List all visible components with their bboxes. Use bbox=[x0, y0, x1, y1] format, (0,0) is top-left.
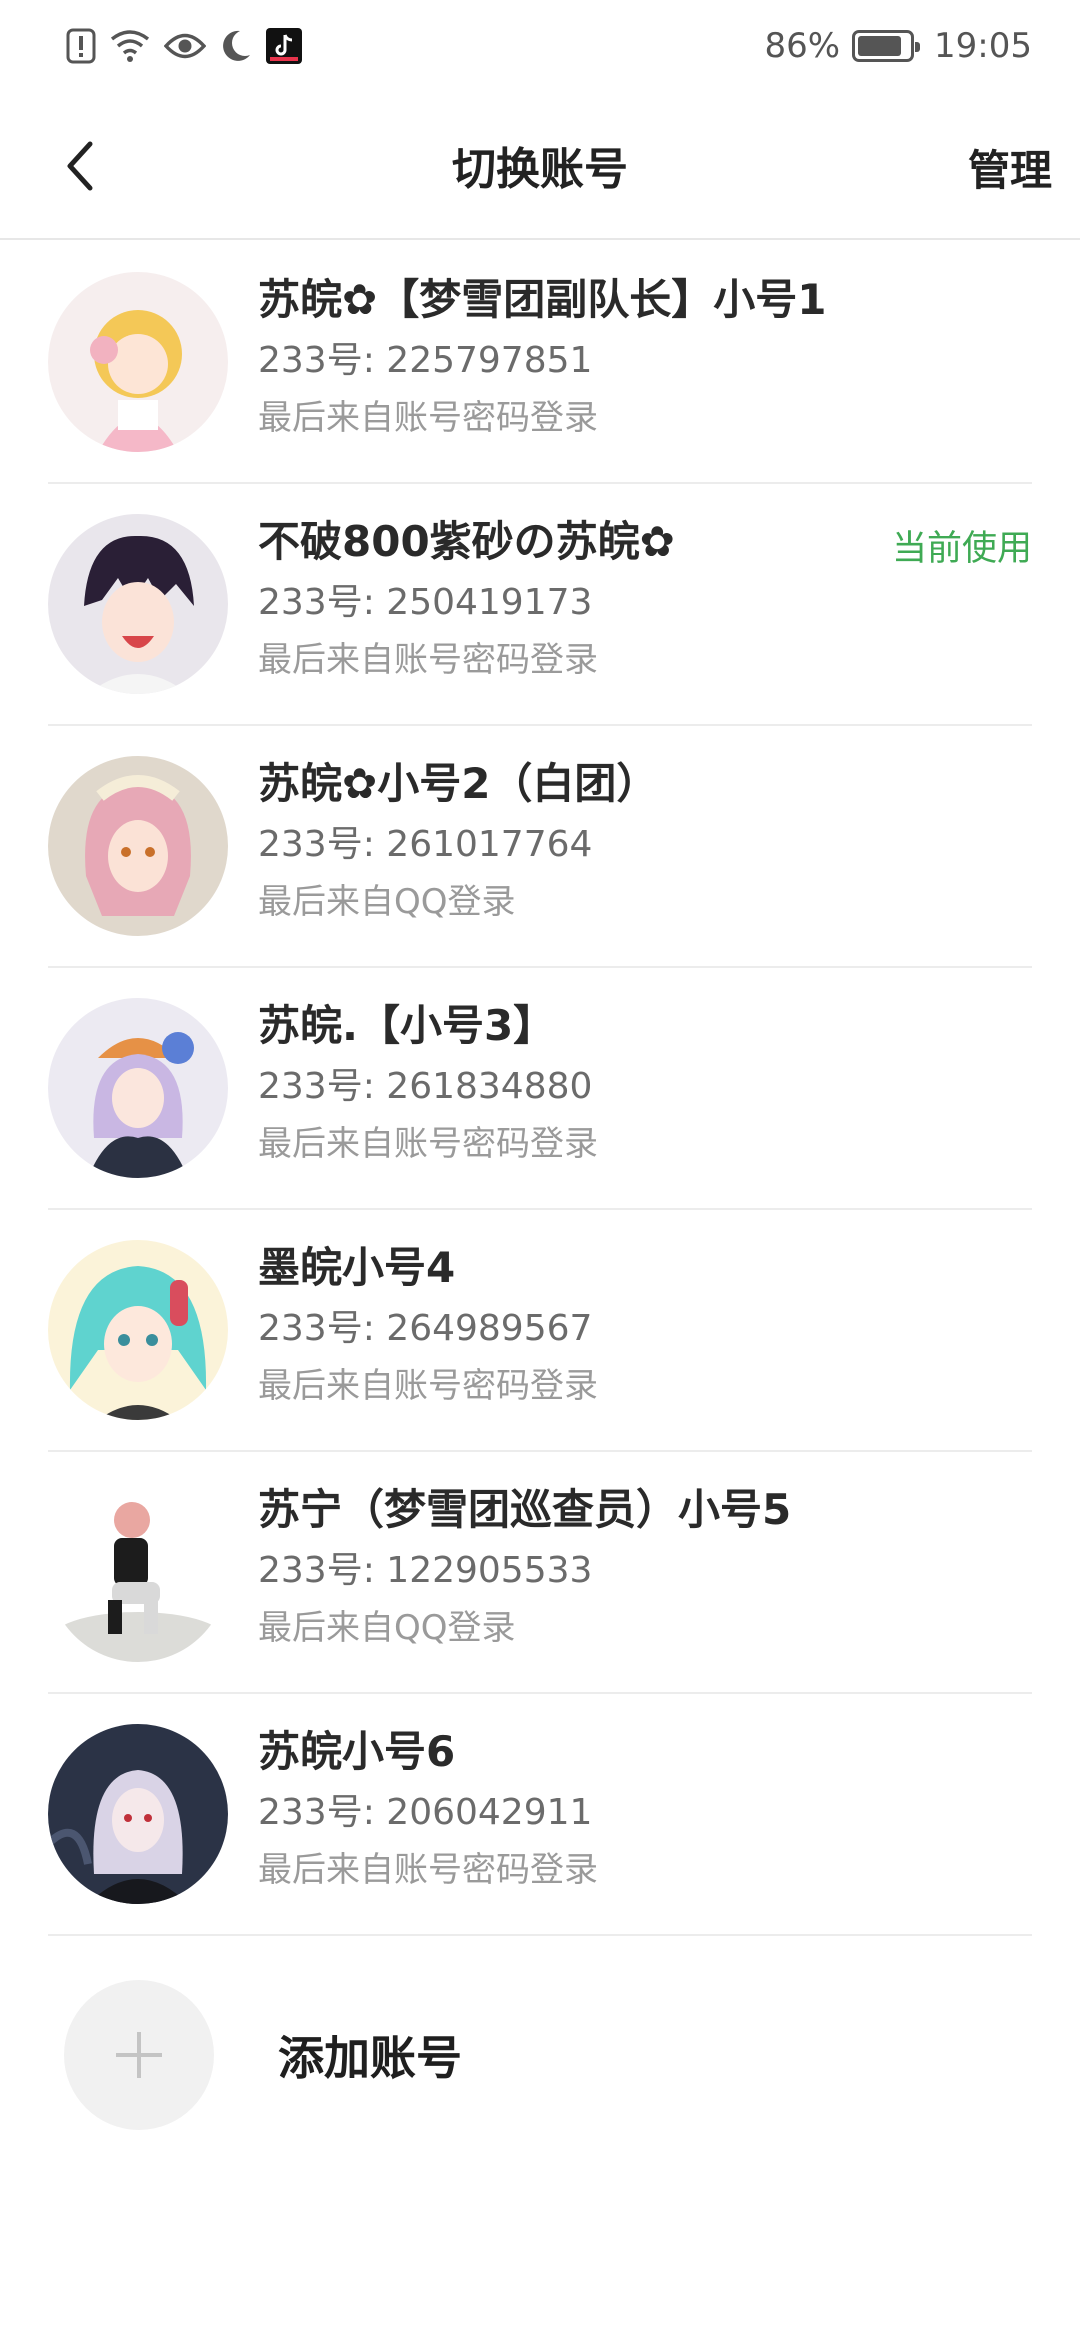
account-id: 233号: 261834880 bbox=[258, 1066, 593, 1107]
account-name: 不破800紫砂の苏皖✿ bbox=[258, 517, 675, 566]
account-id: 233号: 261017764 bbox=[258, 824, 593, 865]
battery-percent: 86% bbox=[764, 26, 841, 66]
account-name: 苏皖小号6 bbox=[258, 1727, 456, 1776]
account-row[interactable]: 墨皖小号4 233号: 264989567 最后来自账号密码登录 bbox=[48, 1210, 1032, 1452]
page-title: 切换账号 bbox=[452, 144, 628, 195]
current-account-badge: 当前使用 bbox=[891, 529, 1032, 569]
add-account-button[interactable]: 添加账号 bbox=[64, 1980, 1024, 2130]
account-name: 苏宁（梦雪团巡查员）小号5 bbox=[258, 1485, 792, 1534]
account-name: 苏皖✿【梦雪团副队长】小号1 bbox=[258, 275, 827, 324]
account-info: 苏皖.【小号3】 233号: 261834880 最后来自账号密码登录 bbox=[258, 996, 598, 1172]
account-id: 233号: 122905533 bbox=[258, 1550, 593, 1591]
account-info: 不破800紫砂の苏皖✿ 233号: 250419173 最后来自账号密码登录 bbox=[258, 512, 675, 688]
back-button[interactable] bbox=[50, 136, 110, 196]
clock: 19:05 bbox=[934, 26, 1032, 66]
avatar bbox=[48, 1724, 228, 1904]
last-login-method: 最后来自账号密码登录 bbox=[258, 1366, 598, 1406]
account-name: 苏皖.【小号3】 bbox=[258, 1001, 556, 1050]
last-login-method: 最后来自QQ登录 bbox=[258, 1608, 516, 1648]
account-row[interactable]: 不破800紫砂の苏皖✿ 233号: 250419173 最后来自账号密码登录 当… bbox=[48, 484, 1032, 726]
status-right: 86% 19:05 bbox=[764, 26, 1032, 66]
account-id: 233号: 250419173 bbox=[258, 582, 593, 623]
last-login-method: 最后来自QQ登录 bbox=[258, 882, 516, 922]
wifi-icon bbox=[110, 29, 150, 63]
avatar bbox=[48, 756, 228, 936]
avatar bbox=[48, 514, 228, 694]
alert-icon bbox=[66, 28, 96, 64]
account-row[interactable]: 苏皖小号6 233号: 206042911 最后来自账号密码登录 bbox=[48, 1694, 1032, 1936]
account-info: 墨皖小号4 233号: 264989567 最后来自账号密码登录 bbox=[258, 1238, 598, 1414]
account-row[interactable]: 苏皖.【小号3】 233号: 261834880 最后来自账号密码登录 bbox=[48, 968, 1032, 1210]
avatar bbox=[48, 998, 228, 1178]
status-icons bbox=[66, 28, 302, 64]
account-info: 苏皖小号6 233号: 206042911 最后来自账号密码登录 bbox=[258, 1722, 598, 1898]
tiktok-icon bbox=[266, 28, 302, 64]
manage-button[interactable]: 管理 bbox=[968, 137, 1052, 198]
last-login-method: 最后来自账号密码登录 bbox=[258, 398, 598, 438]
account-id: 233号: 225797851 bbox=[258, 340, 593, 381]
battery-icon bbox=[852, 30, 921, 62]
account-row[interactable]: 苏皖✿小号2（白团） 233号: 261017764 最后来自QQ登录 bbox=[48, 726, 1032, 968]
add-account-circle bbox=[64, 1980, 214, 2130]
account-row[interactable]: 苏皖✿【梦雪团副队长】小号1 233号: 225797851 最后来自账号密码登… bbox=[48, 242, 1032, 484]
moon-icon bbox=[220, 29, 252, 63]
back-arrow-icon bbox=[67, 141, 93, 191]
account-id: 233号: 206042911 bbox=[258, 1792, 593, 1833]
account-list: 苏皖✿【梦雪团副队长】小号1 233号: 225797851 最后来自账号密码登… bbox=[0, 242, 1080, 1936]
avatar bbox=[48, 1240, 228, 1420]
account-info: 苏皖✿小号2（白团） 233号: 261017764 最后来自QQ登录 bbox=[258, 754, 658, 930]
header: 切换账号 管理 bbox=[0, 92, 1080, 240]
account-id: 233号: 264989567 bbox=[258, 1308, 593, 1349]
account-name: 苏皖✿小号2（白团） bbox=[258, 759, 659, 808]
eye-icon bbox=[164, 31, 206, 61]
account-name: 墨皖小号4 bbox=[258, 1243, 456, 1292]
avatar bbox=[48, 272, 228, 452]
battery-level bbox=[858, 36, 902, 56]
last-login-method: 最后来自账号密码登录 bbox=[258, 1124, 598, 1164]
account-info: 苏皖✿【梦雪团副队长】小号1 233号: 225797851 最后来自账号密码登… bbox=[258, 270, 826, 446]
account-info: 苏宁（梦雪团巡查员）小号5 233号: 122905533 最后来自QQ登录 bbox=[258, 1480, 791, 1656]
avatar bbox=[48, 1482, 228, 1662]
last-login-method: 最后来自账号密码登录 bbox=[258, 1850, 598, 1890]
status-bar: 86% 19:05 bbox=[0, 0, 1080, 92]
add-account-label: 添加账号 bbox=[278, 2031, 462, 2085]
account-row[interactable]: 苏宁（梦雪团巡查员）小号5 233号: 122905533 最后来自QQ登录 bbox=[48, 1452, 1032, 1694]
last-login-method: 最后来自账号密码登录 bbox=[258, 640, 598, 680]
plus-icon bbox=[116, 2032, 162, 2078]
